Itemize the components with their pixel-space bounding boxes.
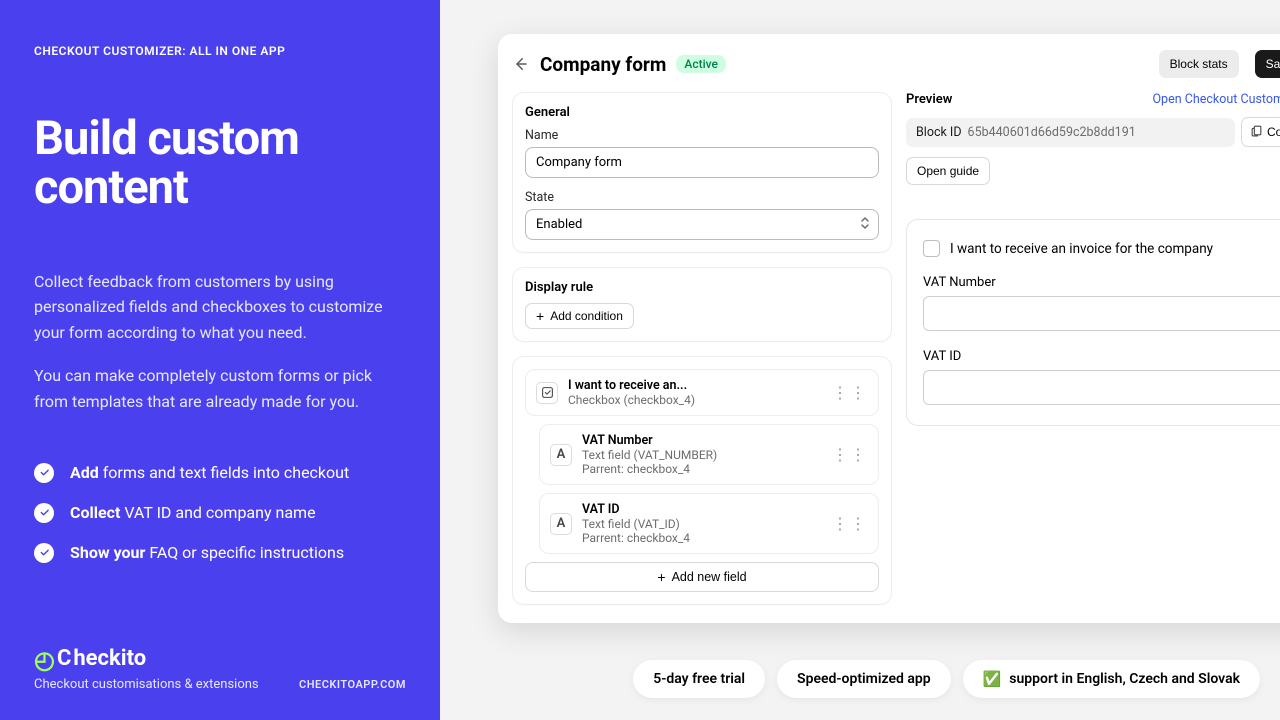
display-rule-title: Display rule [525, 280, 879, 295]
field-item-vat-id[interactable]: A VAT ID Text field (VAT_ID) Parrent: ch… [539, 493, 879, 554]
bullet-text: Show your FAQ or specific instructions [70, 543, 344, 562]
general-title: General [525, 105, 879, 120]
field-title: VAT ID [582, 502, 822, 517]
block-stats-button[interactable]: Block stats [1159, 50, 1239, 78]
promo-panel: CHECKOUT CUSTOMIZER: ALL IN ONE APP Buil… [0, 0, 440, 720]
brand-glyph-icon: ◴ [34, 648, 55, 672]
brand-subtitle: Checkout customisations & extensions [34, 677, 259, 692]
state-label: State [525, 190, 879, 205]
vat-number-label: VAT Number [923, 275, 1280, 290]
field-title: VAT Number [582, 433, 822, 448]
status-badge: Active [676, 55, 726, 73]
invoice-checkbox[interactable] [923, 240, 940, 257]
bullet-item: Show your FAQ or specific instructions [34, 543, 406, 563]
field-parent: Parrent: checkbox_4 [582, 531, 822, 545]
promo-bullets: Add forms and text fields into checkout … [34, 463, 406, 583]
field-title: I want to receive an... [568, 378, 822, 393]
display-rule-card: Display rule + Add condition [512, 267, 892, 342]
open-checkout-customizer-link[interactable]: Open Checkout Customizer [1152, 92, 1280, 107]
drag-handle-icon[interactable]: ⋮⋮ [832, 385, 868, 401]
brand-block: ◴Checkito Checkout customisations & exte… [34, 646, 406, 692]
invoice-checkbox-label: I want to receive an invoice for the com… [950, 241, 1213, 257]
plus-icon: + [536, 309, 544, 323]
save-button[interactable]: Save [1255, 50, 1280, 78]
promo-tag: CHECKOUT CUSTOMIZER: ALL IN ONE APP [34, 44, 406, 58]
promo-paragraph-2: You can make completely custom forms or … [34, 363, 406, 414]
app-canvas: Company form Active Block stats Save Gen… [440, 0, 1280, 720]
text-field-icon: A [550, 444, 572, 466]
name-label: Name [525, 128, 879, 143]
drag-handle-icon[interactable]: ⋮⋮ [832, 447, 868, 463]
field-subtitle: Checkbox (checkbox_4) [568, 393, 822, 407]
brand-logo: ◴Checkito [34, 646, 406, 671]
app-window: Company form Active Block stats Save Gen… [498, 34, 1280, 623]
app-header: Company form Active Block stats Save [498, 50, 1280, 78]
check-circle-icon [34, 543, 54, 563]
open-guide-button[interactable]: Open guide [906, 157, 990, 185]
bullet-text: Add forms and text fields into checkout [70, 463, 349, 482]
add-new-field-button[interactable]: + Add new field [525, 562, 879, 592]
text-field-icon: A [550, 513, 572, 535]
check-circle-icon [34, 503, 54, 523]
preview-title: Preview [906, 92, 952, 107]
fields-card: I want to receive an... Checkbox (checkb… [512, 356, 892, 605]
copy-button[interactable]: Copy [1241, 117, 1280, 147]
back-arrow-icon[interactable] [510, 54, 530, 74]
state-select[interactable] [525, 209, 879, 240]
pill-speed: Speed-optimized app [777, 660, 951, 698]
bullet-item: Add forms and text fields into checkout [34, 463, 406, 483]
drag-handle-icon[interactable]: ⋮⋮ [832, 516, 868, 532]
plus-icon: + [657, 570, 665, 584]
bullet-text: Collect VAT ID and company name [70, 503, 316, 522]
field-parent: Parrent: checkbox_4 [582, 462, 822, 476]
vat-number-input[interactable] [923, 296, 1280, 331]
pill-trial: 5-day free trial [633, 660, 765, 698]
field-item-checkbox[interactable]: I want to receive an... Checkbox (checkb… [525, 369, 879, 416]
block-id-display: Block ID 65b440601d66d59c2b8dd191 [906, 118, 1235, 147]
vat-id-label: VAT ID [923, 349, 1280, 364]
promo-heading: Build custom content [34, 114, 406, 213]
block-id-value: 65b440601d66d59c2b8dd191 [968, 125, 1136, 140]
clipboard-icon [1250, 124, 1263, 140]
general-card: General Name State [512, 92, 892, 253]
promo-paragraph-1: Collect feedback from customers by using… [34, 269, 406, 346]
preview-form: I want to receive an invoice for the com… [906, 219, 1280, 426]
vat-id-input[interactable] [923, 370, 1280, 405]
field-subtitle: Text field (VAT_NUMBER) [582, 448, 822, 462]
name-input[interactable] [525, 147, 879, 178]
bullet-item: Collect VAT ID and company name [34, 503, 406, 523]
promo-pills: 5-day free trial Speed-optimized app ✅ s… [633, 660, 1260, 698]
field-item-vat-number[interactable]: A VAT Number Text field (VAT_NUMBER) Par… [539, 424, 879, 485]
field-subtitle: Text field (VAT_ID) [582, 517, 822, 531]
check-circle-icon [34, 463, 54, 483]
checkbox-field-icon [536, 382, 558, 404]
page-title: Company form [540, 53, 666, 76]
check-emoji-icon: ✅ [983, 670, 1002, 688]
block-id-label: Block ID [916, 125, 962, 140]
brand-website: CHECKITOAPP.COM [299, 678, 406, 691]
pill-lang: ✅ support in English, Czech and Slovak [963, 660, 1260, 698]
add-condition-button[interactable]: + Add condition [525, 303, 634, 329]
